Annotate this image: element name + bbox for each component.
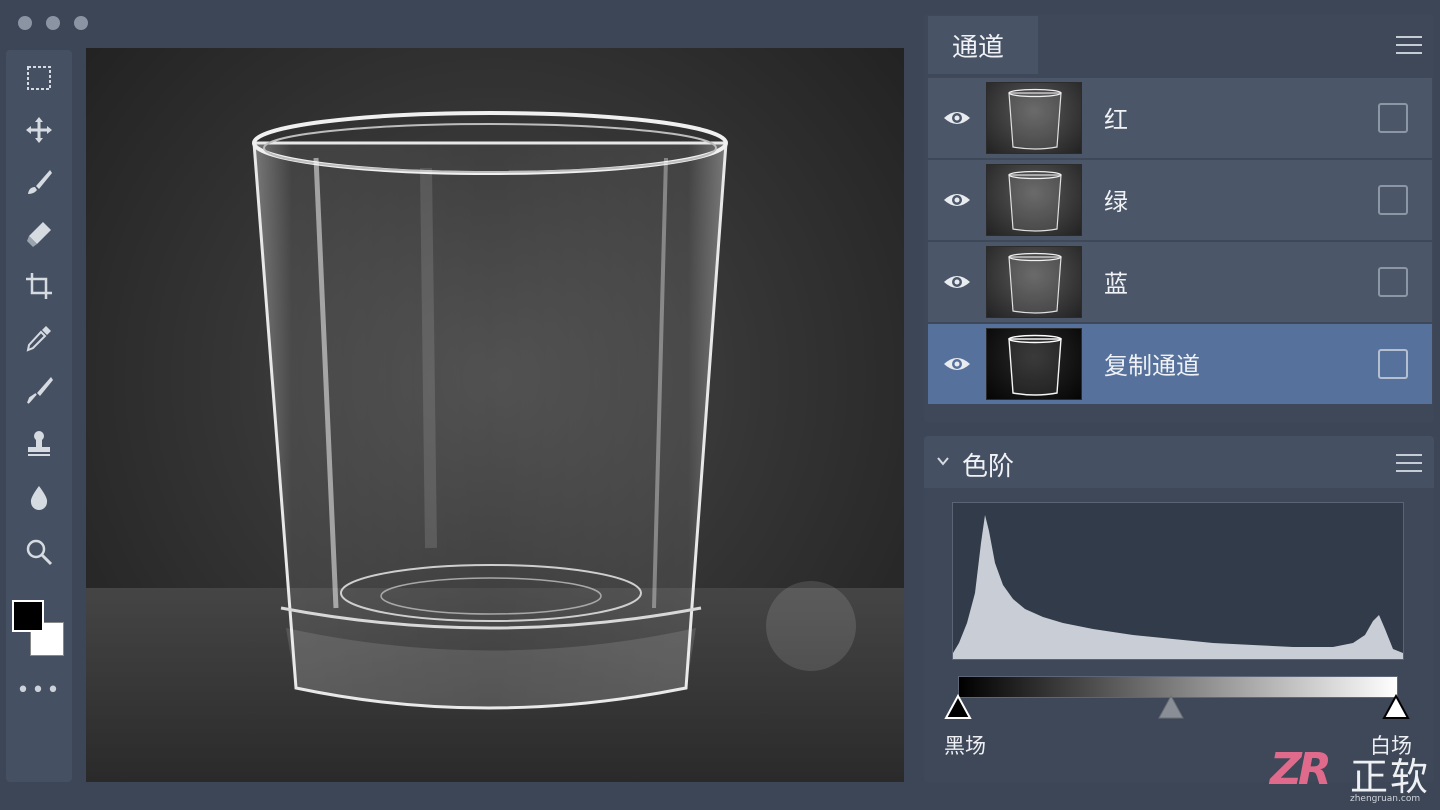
channel-checkbox[interactable] bbox=[1378, 349, 1408, 379]
document-canvas[interactable] bbox=[86, 48, 904, 782]
midtone-slider[interactable] bbox=[1157, 694, 1185, 720]
marquee-tool-button[interactable] bbox=[19, 58, 59, 98]
tab-channels[interactable]: 通道 bbox=[928, 16, 1038, 74]
watermark-url: zhengruan.com bbox=[1350, 794, 1421, 804]
eye-icon[interactable] bbox=[942, 352, 972, 376]
channel-thumbnail bbox=[986, 82, 1082, 154]
eye-icon[interactable] bbox=[942, 106, 972, 130]
levels-panel: 色阶 黑场 白场 bbox=[924, 436, 1434, 782]
channel-checkbox[interactable] bbox=[1378, 267, 1408, 297]
channel-thumbnail bbox=[986, 246, 1082, 318]
levels-title: 色阶 bbox=[962, 452, 1015, 482]
window-close-button[interactable] bbox=[18, 16, 32, 30]
channel-row-blue[interactable]: 蓝 bbox=[928, 242, 1432, 322]
watermark: ZR 正软 zhengruan.com bbox=[1270, 742, 1440, 810]
black-point-label: 黑场 bbox=[944, 734, 986, 758]
eye-icon[interactable] bbox=[942, 188, 972, 212]
eye-icon[interactable] bbox=[942, 270, 972, 294]
stamp-tool-button[interactable] bbox=[19, 424, 59, 464]
histogram bbox=[952, 502, 1404, 660]
channel-name: 红 bbox=[1104, 106, 1128, 134]
channel-name: 复制通道 bbox=[1104, 352, 1200, 380]
watermark-text: 正软 bbox=[1350, 755, 1431, 799]
crop-tool-button[interactable] bbox=[19, 266, 59, 306]
channels-panel: 通道 红 绿 蓝 复制通道 bbox=[924, 14, 1434, 422]
window-zoom-button[interactable] bbox=[74, 16, 88, 30]
channel-row-red[interactable]: 红 bbox=[928, 78, 1432, 158]
channel-name: 绿 bbox=[1104, 188, 1128, 216]
channel-name: 蓝 bbox=[1104, 270, 1128, 298]
foreground-color-swatch[interactable] bbox=[12, 600, 44, 632]
brush-tool-button[interactable] bbox=[19, 162, 59, 202]
window-titlebar bbox=[0, 0, 910, 46]
channel-checkbox[interactable] bbox=[1378, 103, 1408, 133]
channel-thumbnail bbox=[986, 164, 1082, 236]
eraser-icon bbox=[27, 222, 51, 247]
channel-row-copy[interactable]: 复制通道 bbox=[928, 324, 1432, 404]
channel-thumbnail bbox=[986, 328, 1082, 400]
white-point-slider[interactable] bbox=[1382, 693, 1410, 720]
levels-panel-menu-icon[interactable] bbox=[1396, 454, 1422, 474]
chevron-down-icon[interactable] bbox=[936, 454, 950, 468]
move-tool-button[interactable] bbox=[19, 110, 59, 150]
window-minimize-button[interactable] bbox=[46, 16, 60, 30]
blur-tool-button[interactable] bbox=[19, 478, 59, 518]
stamp-icon bbox=[28, 431, 50, 456]
paintbrush-icon bbox=[27, 377, 53, 404]
eraser-tool-button[interactable] bbox=[19, 214, 59, 254]
eyedropper-icon bbox=[26, 326, 51, 352]
tools-toolbar: ••• bbox=[6, 50, 72, 782]
channels-panel-menu-icon[interactable] bbox=[1396, 36, 1422, 56]
black-point-slider[interactable] bbox=[944, 693, 972, 720]
channel-row-green[interactable]: 绿 bbox=[928, 160, 1432, 240]
blur-drop-icon bbox=[30, 486, 48, 510]
move-icon bbox=[26, 117, 52, 143]
zoom-tool-button[interactable] bbox=[19, 532, 59, 572]
crop-icon bbox=[26, 273, 52, 299]
zoom-icon bbox=[26, 539, 53, 566]
marquee-icon bbox=[27, 66, 51, 90]
paintbrush-tool-button[interactable] bbox=[19, 370, 59, 410]
watermark-logo: ZR bbox=[1270, 744, 1332, 795]
eyedropper-tool-button[interactable] bbox=[19, 318, 59, 358]
brush-icon bbox=[28, 170, 52, 194]
more-tools-button[interactable]: ••• bbox=[6, 678, 72, 703]
levels-header: 色阶 bbox=[924, 436, 1434, 488]
glass-image bbox=[252, 111, 856, 710]
channel-checkbox[interactable] bbox=[1378, 185, 1408, 215]
